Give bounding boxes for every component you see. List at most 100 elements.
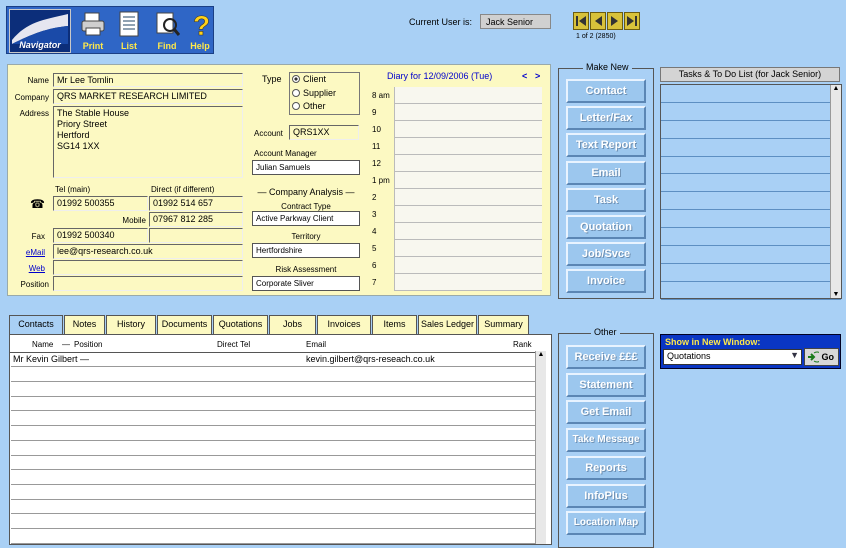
- table-row[interactable]: [11, 514, 536, 530]
- email-link[interactable]: eMail: [10, 248, 45, 257]
- tab-documents[interactable]: Documents: [157, 315, 212, 334]
- navigator-button[interactable]: Navigator: [9, 9, 71, 53]
- col-position-header[interactable]: Position: [74, 340, 102, 349]
- list-button[interactable]: List: [111, 9, 147, 53]
- table-row[interactable]: [11, 382, 536, 397]
- tab-notes[interactable]: Notes: [64, 315, 105, 334]
- email-field[interactable]: lee@qrs-research.co.uk: [53, 244, 243, 259]
- contract-type-field[interactable]: Active Parkway Client: [252, 211, 360, 226]
- show-window-select[interactable]: Quotations ▼: [663, 349, 802, 365]
- scroll-up-icon[interactable]: ▲: [536, 351, 546, 358]
- col-email-header[interactable]: Email: [306, 340, 326, 349]
- table-row[interactable]: [11, 500, 536, 515]
- web-link[interactable]: Web: [10, 264, 45, 273]
- grid-scrollbar[interactable]: ▲: [535, 351, 546, 544]
- diary-slot[interactable]: [394, 240, 542, 257]
- make-new-contact-button[interactable]: Contact: [566, 79, 646, 103]
- other-reports-button[interactable]: Reports: [566, 455, 646, 480]
- other-take-message-button[interactable]: Take Message: [566, 428, 646, 453]
- table-row[interactable]: [11, 426, 536, 441]
- account-field[interactable]: QRS1XX: [289, 125, 359, 140]
- diary-slot[interactable]: [394, 189, 542, 206]
- other-get-email-button[interactable]: Get Email: [566, 400, 646, 425]
- diary-slot[interactable]: [394, 104, 542, 121]
- make-new-text-report-button[interactable]: Text Report: [566, 133, 646, 158]
- diary-slot[interactable]: [394, 87, 542, 104]
- make-new-email-button[interactable]: Email: [566, 160, 646, 185]
- row-email: kevin.gilbert@qrs-reseach.co.uk: [306, 354, 435, 364]
- make-new-task-button[interactable]: Task: [566, 187, 646, 212]
- diary-slot[interactable]: [394, 138, 542, 155]
- table-row[interactable]: [11, 397, 536, 412]
- risk-field[interactable]: Corporate Sliver: [252, 276, 360, 291]
- web-field[interactable]: [53, 260, 243, 275]
- help-button[interactable]: ? Help: [185, 9, 215, 53]
- make-new-quotation-button[interactable]: Quotation: [566, 215, 646, 239]
- diary-slot[interactable]: [394, 257, 542, 274]
- type-other-radio[interactable]: Other: [292, 101, 326, 111]
- scroll-up-icon[interactable]: ▲: [831, 85, 841, 92]
- diary-next-button[interactable]: >: [535, 71, 540, 81]
- table-row[interactable]: [11, 441, 536, 456]
- table-row[interactable]: [11, 412, 536, 427]
- other-statement-button[interactable]: Statement: [566, 372, 646, 397]
- diary-slot[interactable]: [394, 206, 542, 223]
- diary-slot[interactable]: [394, 274, 542, 291]
- col-name-header[interactable]: Name: [32, 340, 53, 349]
- go-button[interactable]: Go: [804, 348, 839, 366]
- tab-jobs[interactable]: Jobs: [269, 315, 316, 334]
- address-field[interactable]: The Stable House Priory Street Hertford …: [53, 106, 243, 178]
- company-field[interactable]: QRS MARKET RESEARCH LIMITED: [53, 89, 243, 104]
- radio-icon: [292, 102, 300, 110]
- tel-main-field[interactable]: 01992 500355: [53, 196, 148, 211]
- fax-extra-field[interactable]: [149, 228, 243, 243]
- type-supplier-radio[interactable]: Supplier: [292, 88, 336, 98]
- table-row[interactable]: Mr Kevin Gilbert — kevin.gilbert@qrs-res…: [11, 353, 536, 368]
- make-new-letter-fax-button[interactable]: Letter/Fax: [566, 106, 646, 131]
- diary-slot[interactable]: [394, 155, 542, 172]
- tab-invoices[interactable]: Invoices: [317, 315, 371, 334]
- col-rank-header[interactable]: Rank: [513, 340, 532, 349]
- mobile-field[interactable]: 07967 812 285: [149, 212, 243, 227]
- diary-slot[interactable]: [394, 223, 542, 240]
- tab-history[interactable]: History: [106, 315, 156, 334]
- fax-field[interactable]: 01992 500340: [53, 228, 148, 243]
- tab-items[interactable]: Items: [372, 315, 417, 334]
- other-receive--button[interactable]: Receive £££: [566, 345, 646, 369]
- other-infoplus-button[interactable]: InfoPlus: [566, 483, 646, 508]
- table-row[interactable]: [11, 367, 536, 383]
- make-new-invoice-button[interactable]: Invoice: [566, 269, 646, 294]
- table-row[interactable]: [11, 529, 536, 544]
- chevron-down-icon[interactable]: ▼: [790, 350, 799, 360]
- type-client-radio[interactable]: Client: [292, 74, 326, 84]
- tasks-list[interactable]: [660, 84, 842, 300]
- tab-quotations[interactable]: Quotations: [213, 315, 268, 334]
- tasks-scrollbar[interactable]: ▲ ▼: [830, 85, 841, 298]
- first-record-button[interactable]: [573, 12, 589, 30]
- position-field[interactable]: [53, 276, 243, 291]
- find-button[interactable]: Find: [149, 9, 185, 53]
- col-direct-header[interactable]: Direct Tel: [217, 340, 250, 349]
- tab-sales-ledger[interactable]: Sales Ledger: [418, 315, 477, 334]
- prev-record-button[interactable]: [590, 12, 606, 30]
- navigator-label: Navigator: [19, 40, 61, 50]
- account-manager-field[interactable]: Julian Samuels: [252, 160, 360, 175]
- table-row[interactable]: [11, 455, 536, 471]
- scroll-down-icon[interactable]: ▼: [831, 291, 841, 298]
- diary-prev-button[interactable]: <: [522, 71, 527, 81]
- tel-direct-field[interactable]: 01992 514 657: [149, 196, 243, 211]
- diary-slot[interactable]: [394, 172, 542, 189]
- print-button[interactable]: Print: [75, 9, 111, 53]
- territory-field[interactable]: Hertfordshire: [252, 243, 360, 258]
- next-record-button[interactable]: [607, 12, 623, 30]
- direct-label: Direct (if different): [151, 185, 215, 194]
- other-location-map-button[interactable]: Location Map: [566, 511, 646, 536]
- tab-contacts[interactable]: Contacts: [9, 315, 63, 335]
- table-row[interactable]: [11, 485, 536, 500]
- last-record-button[interactable]: [624, 12, 640, 30]
- make-new-job-svce-button[interactable]: Job/Svce: [566, 242, 646, 267]
- tab-summary[interactable]: Summary: [478, 315, 529, 334]
- diary-slot[interactable]: [394, 121, 542, 138]
- name-field[interactable]: Mr Lee Tomlin: [53, 73, 243, 87]
- table-row[interactable]: [11, 471, 536, 485]
